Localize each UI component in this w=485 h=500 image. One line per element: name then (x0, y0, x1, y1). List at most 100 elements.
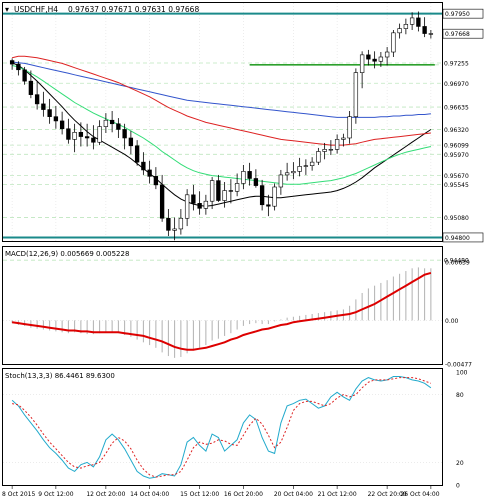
price-axis: 0.97255 0.96970 0.96635 0.96320 0.96099 0.959… (442, 8, 484, 265)
price-tag-label: 0.97668 (445, 31, 470, 38)
bull-candle (397, 28, 402, 34)
time-tick-label: 14 Oct 04:00 (130, 491, 169, 498)
bull-candle (209, 180, 215, 202)
stoch-title: Stoch(13,3,3) 86.4461 89.6300 (5, 372, 115, 380)
bear-candle (41, 103, 46, 110)
bull-candle (391, 32, 396, 53)
bull-candle (72, 132, 77, 140)
macd-tick-label: 0.00 (445, 318, 459, 325)
time-tick-label: 21 Oct 12:00 (318, 491, 357, 498)
time-tick-label: 8 Oct 2015 (2, 491, 35, 498)
time-tick-label: 12 Oct 20:00 (86, 491, 125, 498)
bear-candle (22, 69, 27, 82)
price-tick-label: 0.96099 (444, 143, 469, 150)
bear-candle (116, 123, 121, 130)
bull-candle (384, 51, 390, 58)
bear-candle (197, 203, 202, 209)
header-icon[interactable]: ▾ (5, 5, 9, 14)
bear-candle (16, 63, 21, 71)
bear-candle (91, 137, 96, 143)
bear-candle (34, 94, 40, 105)
bull-candle (178, 217, 184, 230)
bull-candle (278, 174, 284, 188)
bear-candle (247, 171, 252, 179)
price-tick-label: 0.96635 (444, 105, 469, 112)
bull-candle (316, 151, 321, 163)
bear-candle (134, 145, 140, 163)
bull-candle (347, 116, 352, 139)
price-tick-label: 0.97255 (444, 61, 469, 68)
time-axis: 8 Oct 2015 9 Oct 12:00 12 Oct 20:00 14 Oct … (2, 486, 440, 498)
stoch-tick-label: 80 (456, 392, 464, 399)
bull-candle (203, 200, 209, 209)
bull-candle (97, 126, 102, 143)
bear-candle (66, 128, 71, 140)
bear-candle (53, 116, 59, 122)
time-tick-label: 20 Oct 04:00 (274, 491, 313, 498)
bull-candle (341, 137, 346, 140)
macd-panel-frame (2, 246, 443, 365)
bull-candle (272, 186, 277, 207)
bull-candle (328, 149, 334, 151)
bear-candle (166, 217, 171, 231)
bear-candle (159, 184, 165, 219)
price-tag-label: 0.97950 (445, 11, 470, 18)
bull-candle (184, 194, 190, 219)
bear-candle (128, 137, 134, 147)
symbol-label: USDCHF,H4 (14, 5, 58, 14)
time-tick-label: 26 Oct 04:00 (400, 491, 439, 498)
stoch-tick-label: 20 (456, 460, 464, 467)
bull-candle (284, 172, 290, 176)
bear-candle (259, 185, 265, 206)
bull-candle (378, 56, 384, 62)
stoch-tick-label: 0 (456, 483, 460, 490)
bull-candle (334, 139, 340, 150)
bear-candle (28, 80, 34, 95)
bear-candle (228, 190, 234, 192)
macd-tick-label: 0.00639 (445, 260, 470, 267)
bear-candle (422, 26, 427, 34)
price-tick-label: 0.96970 (444, 81, 469, 88)
bull-candle (103, 119, 109, 127)
bear-candle (141, 161, 146, 171)
price-tick-label: 0.95545 (444, 182, 469, 189)
time-tick-label: 9 Oct 12:00 (38, 491, 73, 498)
bull-candle (241, 171, 246, 184)
bear-candle (216, 180, 221, 201)
bear-candle (366, 54, 371, 60)
bear-candle (9, 60, 15, 65)
bear-candle (191, 194, 196, 204)
bull-candle (428, 33, 434, 35)
bull-candle (409, 17, 415, 25)
price-tick-label: 0.95080 (444, 215, 469, 222)
bull-candle (403, 24, 409, 29)
bear-candle (122, 129, 127, 139)
bear-candle (416, 17, 421, 27)
time-tick-label: 15 Oct 12:00 (180, 491, 219, 498)
bull-candle (303, 165, 309, 167)
stoch-tick-label: 100 (456, 370, 468, 377)
bear-candle (59, 120, 65, 130)
bear-candle (266, 204, 271, 207)
bull-candle (353, 72, 359, 117)
bear-candle (109, 119, 115, 125)
bull-candle (322, 149, 327, 152)
macd-title: MACD(12,26,9) 0.005669 0.005228 (5, 250, 129, 258)
price-tag-label: 0.94800 (445, 235, 470, 242)
bull-candle (309, 161, 315, 166)
bull-candle (291, 171, 296, 174)
macd-axis: 0.00639 0.00 -0.00477 (445, 260, 472, 369)
price-tick-label: 0.95970 (444, 152, 469, 159)
bear-candle (78, 132, 84, 137)
price-tick-label: 0.95670 (444, 173, 469, 180)
bear-candle (47, 109, 52, 117)
trading-chart[interactable]: 0.97255 0.96970 0.96635 0.96320 0.96099 0.959… (0, 0, 485, 500)
stoch-axis: 100 80 20 0 (456, 370, 468, 490)
price-tick-label: 0.96320 (444, 127, 469, 134)
bull-candle (222, 190, 227, 201)
bear-candle (372, 58, 377, 62)
quote-label: 0.97637 0.97671 0.97631 0.97668 (68, 5, 199, 14)
bull-candle (359, 54, 365, 73)
bear-candle (253, 178, 259, 186)
bear-candle (153, 176, 159, 186)
